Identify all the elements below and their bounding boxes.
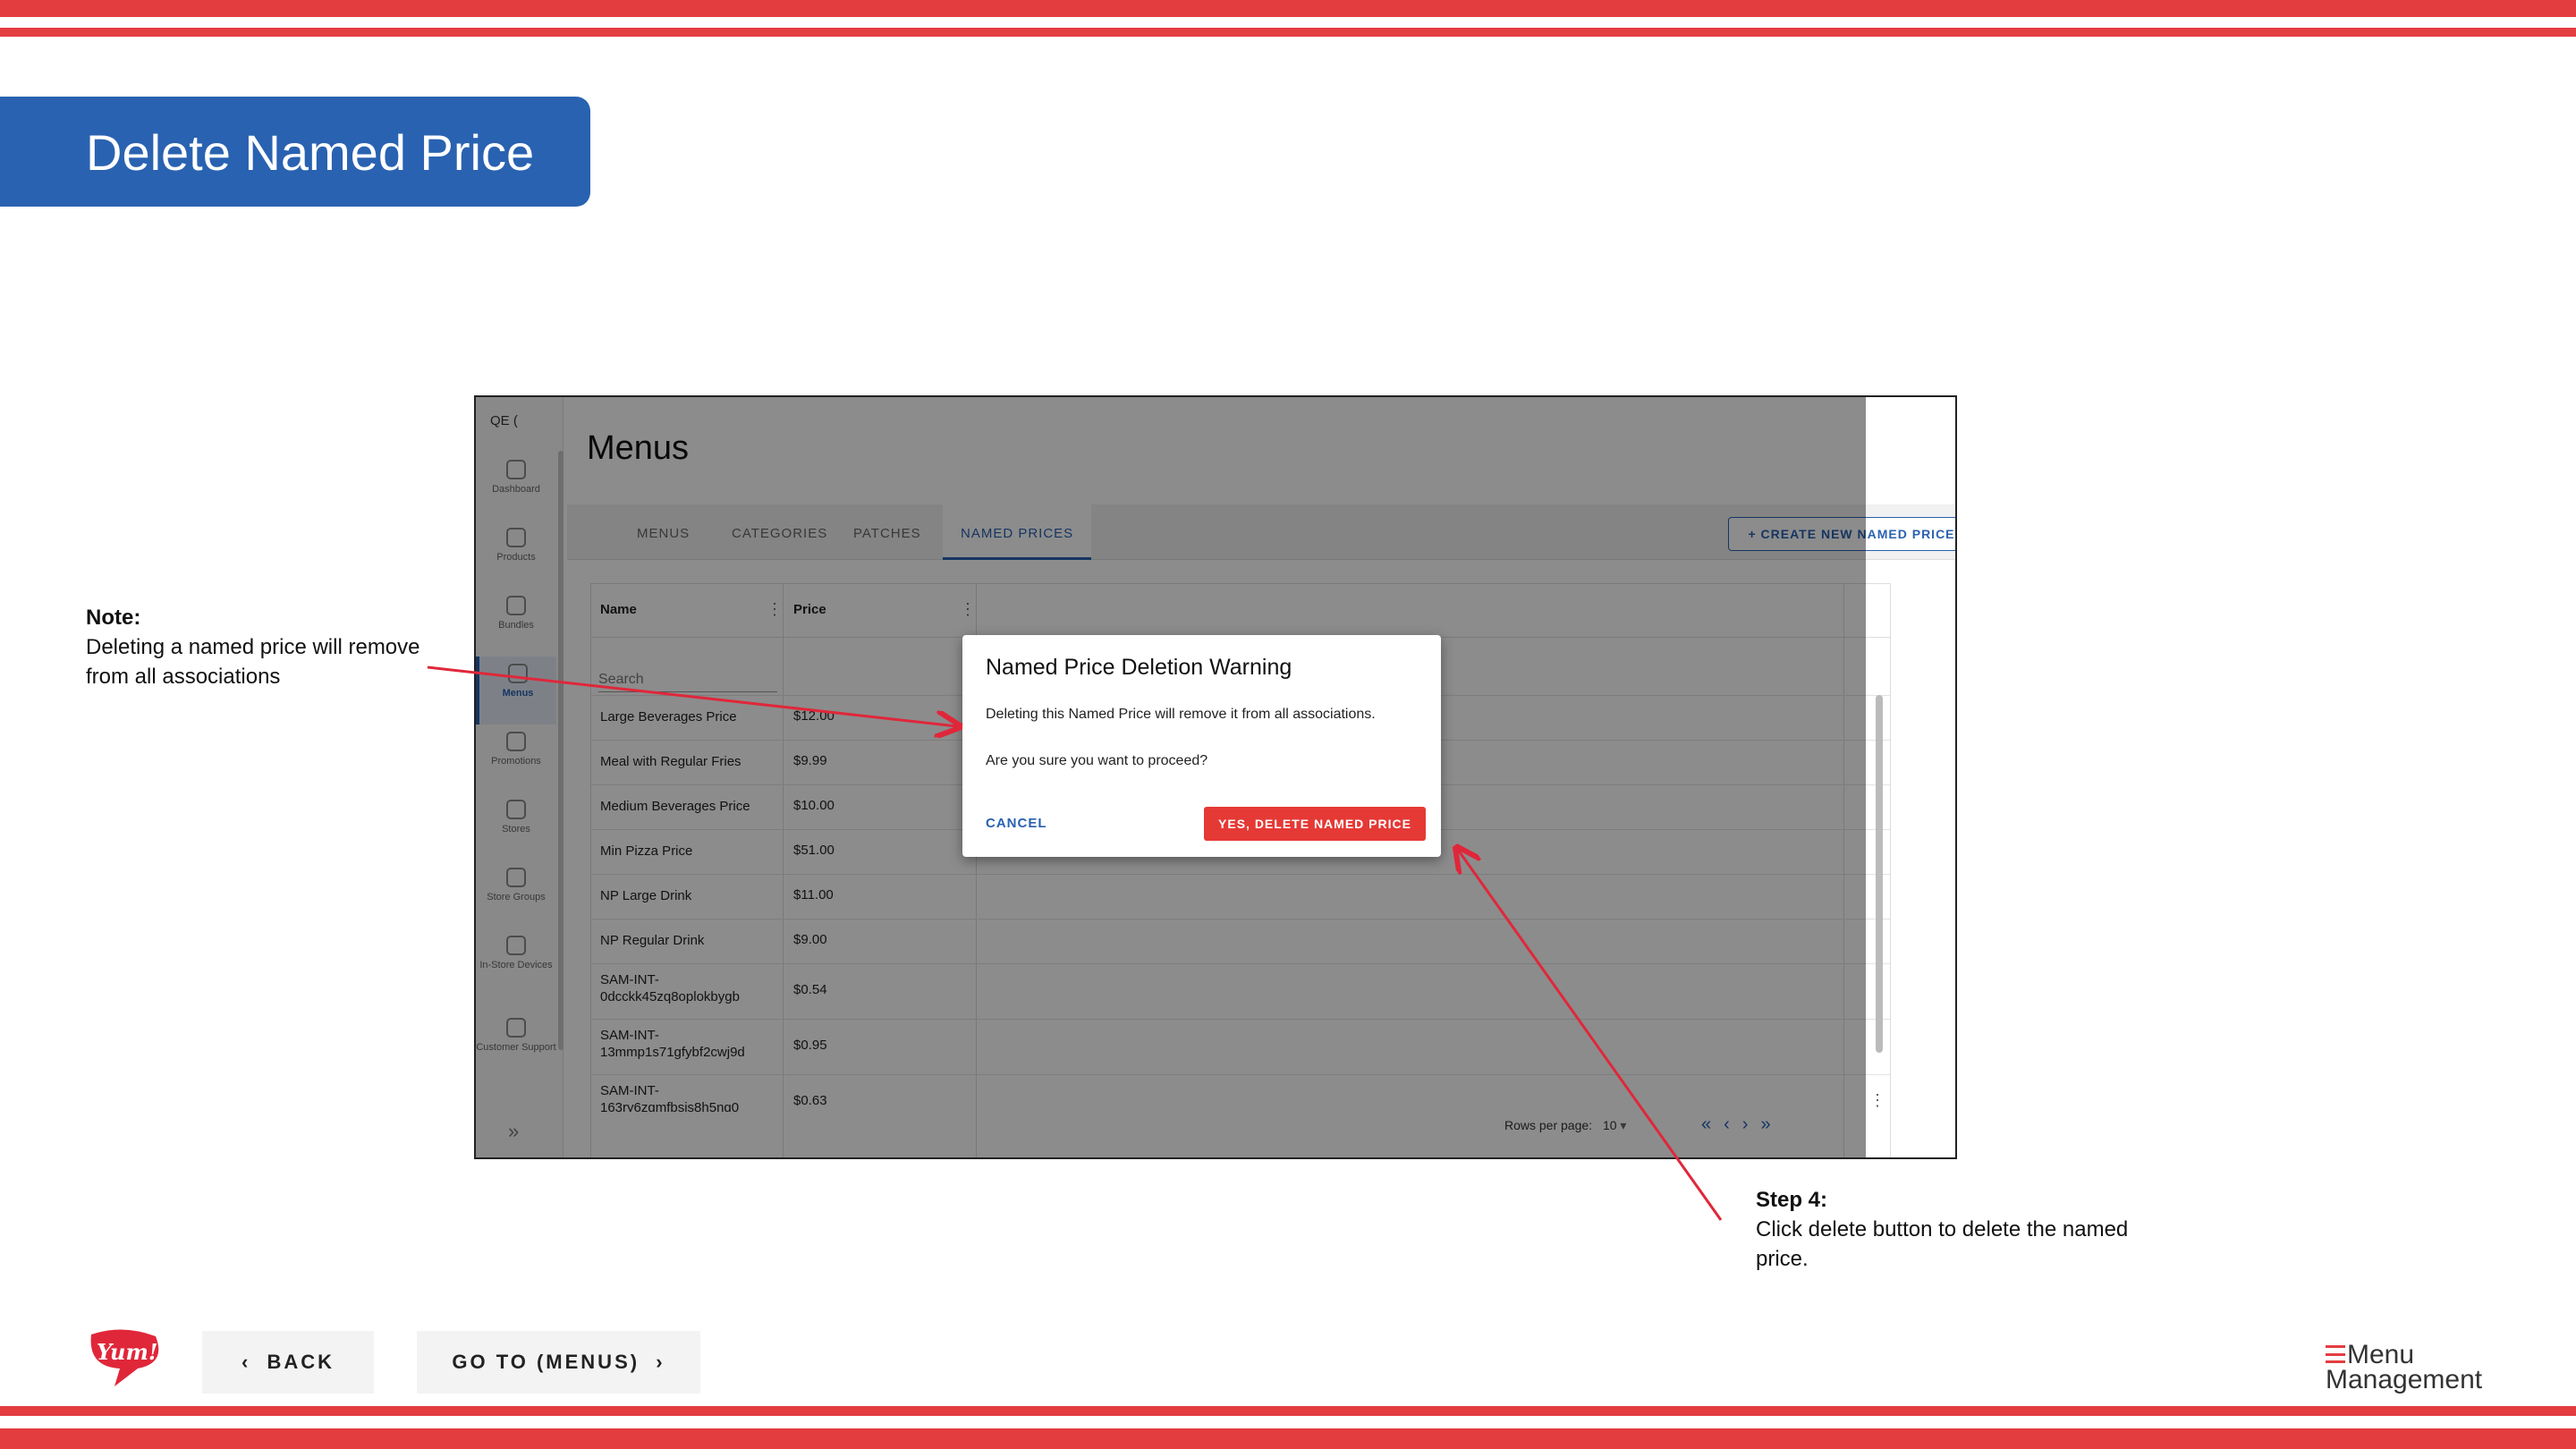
chevron-left-icon: ‹ xyxy=(241,1351,267,1373)
top-stripe-thin xyxy=(0,28,2576,37)
deletion-warning-dialog: Named Price Deletion Warning Deleting th… xyxy=(962,635,1441,857)
confirm-delete-button[interactable]: YES, DELETE NAMED PRICE xyxy=(1204,807,1426,841)
yum-logo: Yum! xyxy=(90,1329,159,1386)
slide-title-box: Delete Named Price xyxy=(0,97,590,207)
dialog-title: Named Price Deletion Warning xyxy=(986,655,1292,680)
dialog-question: Are you sure you want to proceed? xyxy=(986,753,1208,768)
go-to-menus-button[interactable]: GO TO (MENUS) › xyxy=(417,1331,700,1394)
step-callout: Step 4: Click delete button to delete th… xyxy=(1756,1185,2131,1274)
note-heading: Note: xyxy=(86,606,141,630)
step-text: Click delete button to delete the named … xyxy=(1756,1217,2129,1271)
top-stripe xyxy=(0,0,2576,17)
svg-text:Yum!: Yum! xyxy=(97,1339,157,1365)
table-scrollbar[interactable] xyxy=(1876,695,1883,1053)
slide-title: Delete Named Price xyxy=(86,124,535,181)
bottom-stripe xyxy=(0,1428,2576,1449)
chevron-right-icon: › xyxy=(640,1351,665,1373)
tutorial-slide: Delete Named Price Note: Deleting a name… xyxy=(0,0,2576,1449)
note-text: Deleting a named price will remove from … xyxy=(86,635,420,689)
note-callout: Note: Deleting a named price will remove… xyxy=(86,603,462,691)
step-heading: Step 4: xyxy=(1756,1188,1828,1212)
menu-management-logo: Menu Management xyxy=(2326,1340,2483,1394)
row-actions-icon[interactable]: ⋮ xyxy=(1869,1091,1885,1110)
back-button[interactable]: ‹ BACK xyxy=(202,1331,374,1394)
cancel-button[interactable]: CANCEL xyxy=(986,816,1047,831)
bottom-stripe-thin xyxy=(0,1406,2576,1416)
dialog-message: Deleting this Named Price will remove it… xyxy=(986,707,1376,722)
menu-lines-icon xyxy=(2326,1345,2345,1363)
